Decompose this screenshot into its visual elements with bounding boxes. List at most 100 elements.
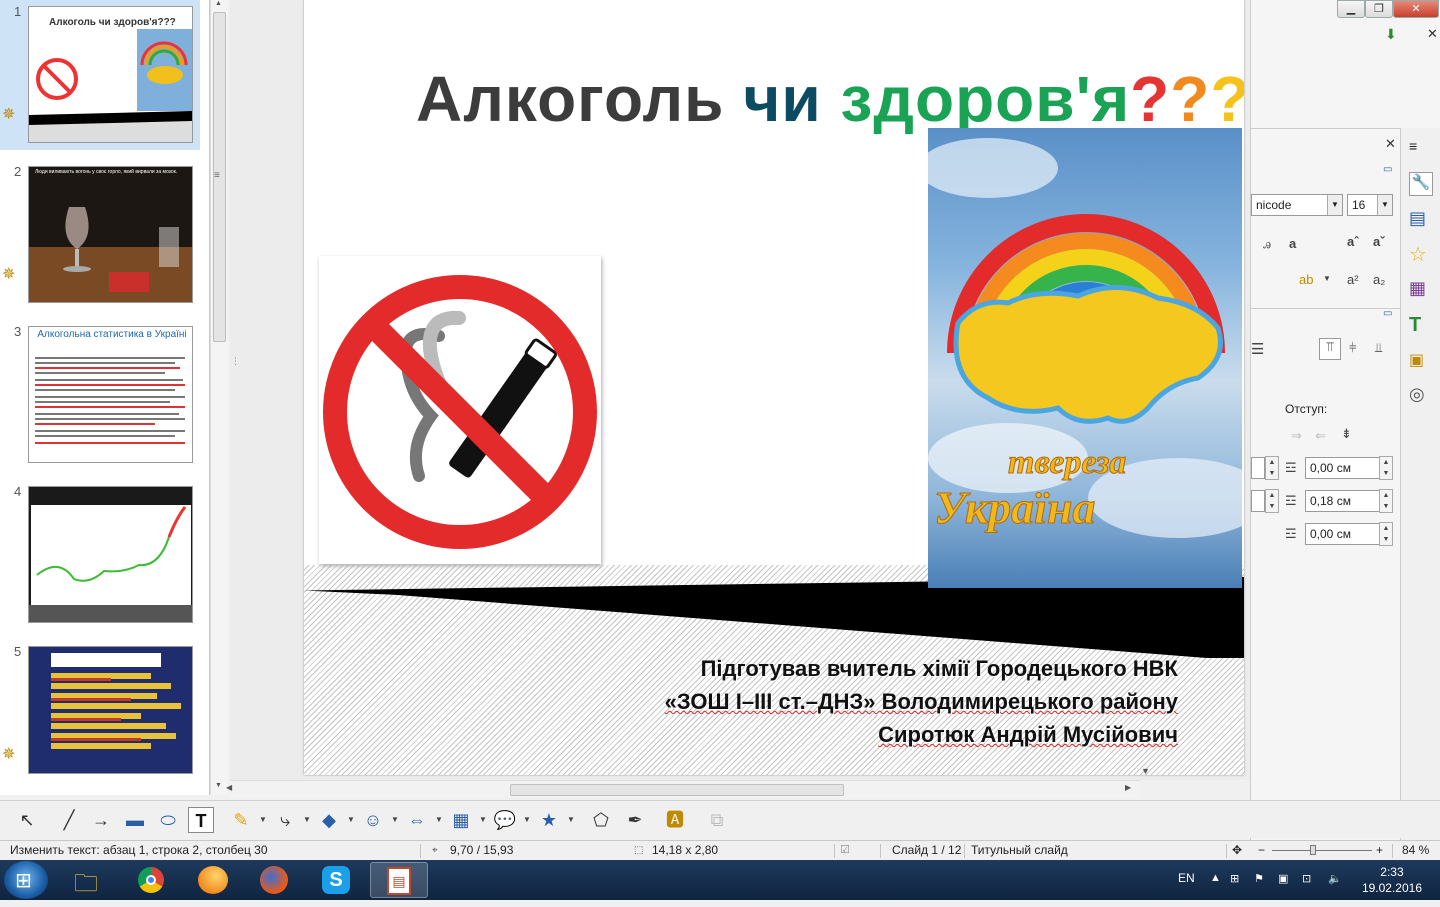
zoom-level[interactable]: 84 % [1402,841,1429,860]
custom-animation-icon[interactable]: ☆ [1409,242,1433,266]
points-icon[interactable]: ⬠ [588,807,614,833]
start-button[interactable]: ⊞ [4,861,48,899]
indent-after-spinner[interactable]: ▲ ▼ [1379,489,1393,513]
superscript-icon[interactable]: a² [1347,272,1359,287]
dropdown-icon[interactable]: ▼ [567,815,575,824]
hanging-indent-icon[interactable]: ⇟ [1341,426,1352,442]
taskbar-chrome[interactable] [122,862,180,898]
taskbar-explorer[interactable]: 🗀 [60,862,118,898]
slide-canvas[interactable]: Алкоголь чи здоров'я??? [304,0,1244,775]
spacing-above-field[interactable] [1251,457,1265,479]
slide-thumbnail-5[interactable]: 5 ✵ [0,640,200,790]
panel-options-icon[interactable]: ▭ [1383,308,1392,319]
ellipse-icon[interactable]: ⬭ [155,807,181,833]
zoom-out-icon[interactable]: − [1258,841,1265,860]
action-center-icon[interactable]: ⚑ [1254,872,1268,886]
increase-font-icon[interactable]: aˆ [1347,234,1359,249]
dropdown-icon[interactable]: ▼ [391,815,399,824]
decrease-indent-icon[interactable]: ⇐ [1315,428,1326,444]
dropdown-icon[interactable]: ▼ [479,815,487,824]
gallery-icon[interactable]: ▣ [1409,350,1433,374]
author-credit-textbox[interactable]: Підготував вчитель хімії Городецького НВ… [665,652,1178,751]
volume-icon[interactable]: 🔈 [1328,872,1342,886]
highlight-color-icon[interactable]: ab [1299,272,1313,287]
font-size-dropdown-icon[interactable]: ▼ [1377,195,1392,215]
dropdown-icon[interactable]: ▼ [347,815,355,824]
font-name-dropdown-icon[interactable]: ▼ [1327,195,1342,215]
taskbar-firefox[interactable] [246,862,304,898]
callouts-icon[interactable]: 💬 [492,807,518,833]
text-tool-icon[interactable]: T [188,807,214,833]
taskbar-impress[interactable]: ▤ [370,862,428,898]
justify-icon[interactable]: ☰ [1251,340,1264,358]
slide-title[interactable]: Алкоголь чи здоров'я??? [416,62,1244,136]
scroll-left-arrow[interactable]: ◀ [226,783,232,792]
select-arrow-icon[interactable]: ↖ [14,807,40,833]
dropdown-icon[interactable]: ▼ [523,815,531,824]
freeform-icon[interactable]: ✎ [228,807,254,833]
no-smoking-image[interactable] [319,256,601,564]
shadow-icon[interactable]: a [1289,236,1296,251]
arrow-line-icon[interactable]: → [88,807,114,833]
slide-thumbnail-3[interactable]: 3 Алкогольна статистика в Україні [0,320,200,470]
horizontal-scrollbar[interactable]: ◀ ▶ [226,780,1140,798]
stars-icon[interactable]: ★ [536,807,562,833]
scroll-down-arrow[interactable]: ▼ [1141,766,1150,776]
indent-before-field[interactable]: 0,00 см [1305,457,1385,479]
menu-icon[interactable]: ≡ [1409,138,1433,162]
align-center-icon[interactable]: ⫩ [1349,340,1356,356]
zoom-in-icon[interactable]: + [1376,841,1383,860]
slide-thumbnail-2[interactable]: 2 Люди виливають вогонь у своє горло, як… [0,160,200,310]
slide-panel-scrollbar[interactable]: ▲ ≡ ▼ [210,0,228,795]
highlight-dropdown-icon[interactable]: ▼ [1323,274,1331,283]
windows-flag-icon[interactable]: ⊞ [1230,872,1244,886]
minimize-button[interactable]: ▁ [1337,0,1365,18]
spacing-below-spinner[interactable]: ▲ ▼ [1265,489,1279,513]
dropdown-icon[interactable]: ▼ [259,815,267,824]
network-icon[interactable]: ⊡ [1302,872,1316,886]
display-icon[interactable]: ▣ [1278,872,1292,886]
close-sidebar-icon[interactable]: ✕ [1385,136,1396,152]
increase-indent-icon[interactable]: ⇒ [1291,428,1302,444]
zoom-slider-handle[interactable] [1310,845,1316,855]
align-top-icon[interactable]: ⫪ [1319,338,1341,360]
spacing-above-spinner[interactable]: ▲ ▼ [1265,456,1279,480]
indent-after-field[interactable]: 0,18 см [1305,490,1385,512]
slide-thumbnail-4[interactable]: 4 [0,480,200,630]
slide-work-area[interactable]: Алкоголь чи здоров'я??? [230,0,1250,780]
symbol-shapes-icon[interactable]: ☺ [360,807,386,833]
scrollbar-thumb[interactable] [510,784,844,796]
glue-points-icon[interactable]: ✒ [622,807,648,833]
subscript-icon[interactable]: a₂ [1373,272,1385,287]
extrusion-icon[interactable]: ⧉ [704,807,730,833]
flowchart-icon[interactable]: ▦ [448,807,474,833]
indent-before-spinner[interactable]: ▲ ▼ [1379,456,1393,480]
slide-thumbnail-1[interactable]: 1 Алкоголь чи здоров'я??? ✵ [0,0,200,150]
fontwork-icon[interactable]: 🅰 [662,807,688,833]
taskbar-skype[interactable]: S [308,862,366,898]
decrease-font-icon[interactable]: aˇ [1373,234,1385,249]
language-indicator[interactable]: EN [1178,871,1195,885]
first-line-indent-field[interactable]: 0,00 см [1305,523,1385,545]
download-icon[interactable]: ⬇ [1385,26,1397,43]
scroll-down-arrow[interactable]: ▼ [215,782,222,789]
navigator-icon[interactable]: ◎ [1409,384,1433,408]
restore-button[interactable]: ❐ [1365,0,1393,18]
scroll-up-arrow[interactable]: ▲ [215,0,222,7]
panel-options-icon[interactable]: ▭ [1383,164,1392,175]
show-hidden-icons-icon[interactable]: ▲ [1210,872,1224,886]
block-arrows-icon[interactable]: ⇔ [404,807,430,833]
sober-ukraine-poster[interactable]: твереза Україна [928,128,1242,588]
slide-layout-icon[interactable]: ▤ [1409,208,1433,232]
document-modified-icon[interactable]: ☑ [840,841,850,860]
master-slides-icon[interactable]: ▦ [1409,278,1433,302]
properties-icon[interactable]: 🔧 [1409,172,1433,196]
rectangle-icon[interactable]: ▬ [122,807,148,833]
basic-shapes-icon[interactable]: ◆ [316,807,342,833]
first-line-indent-spinner[interactable]: ▲ ▼ [1379,522,1393,546]
strikethrough-icon[interactable]: ꭿ [1263,236,1271,252]
close-window-button[interactable]: ✕ [1393,0,1439,18]
close-document-icon[interactable]: ✕ [1427,26,1438,42]
styles-icon[interactable]: T [1409,314,1433,338]
splitter-handle[interactable]: ⋮ [231,356,240,367]
